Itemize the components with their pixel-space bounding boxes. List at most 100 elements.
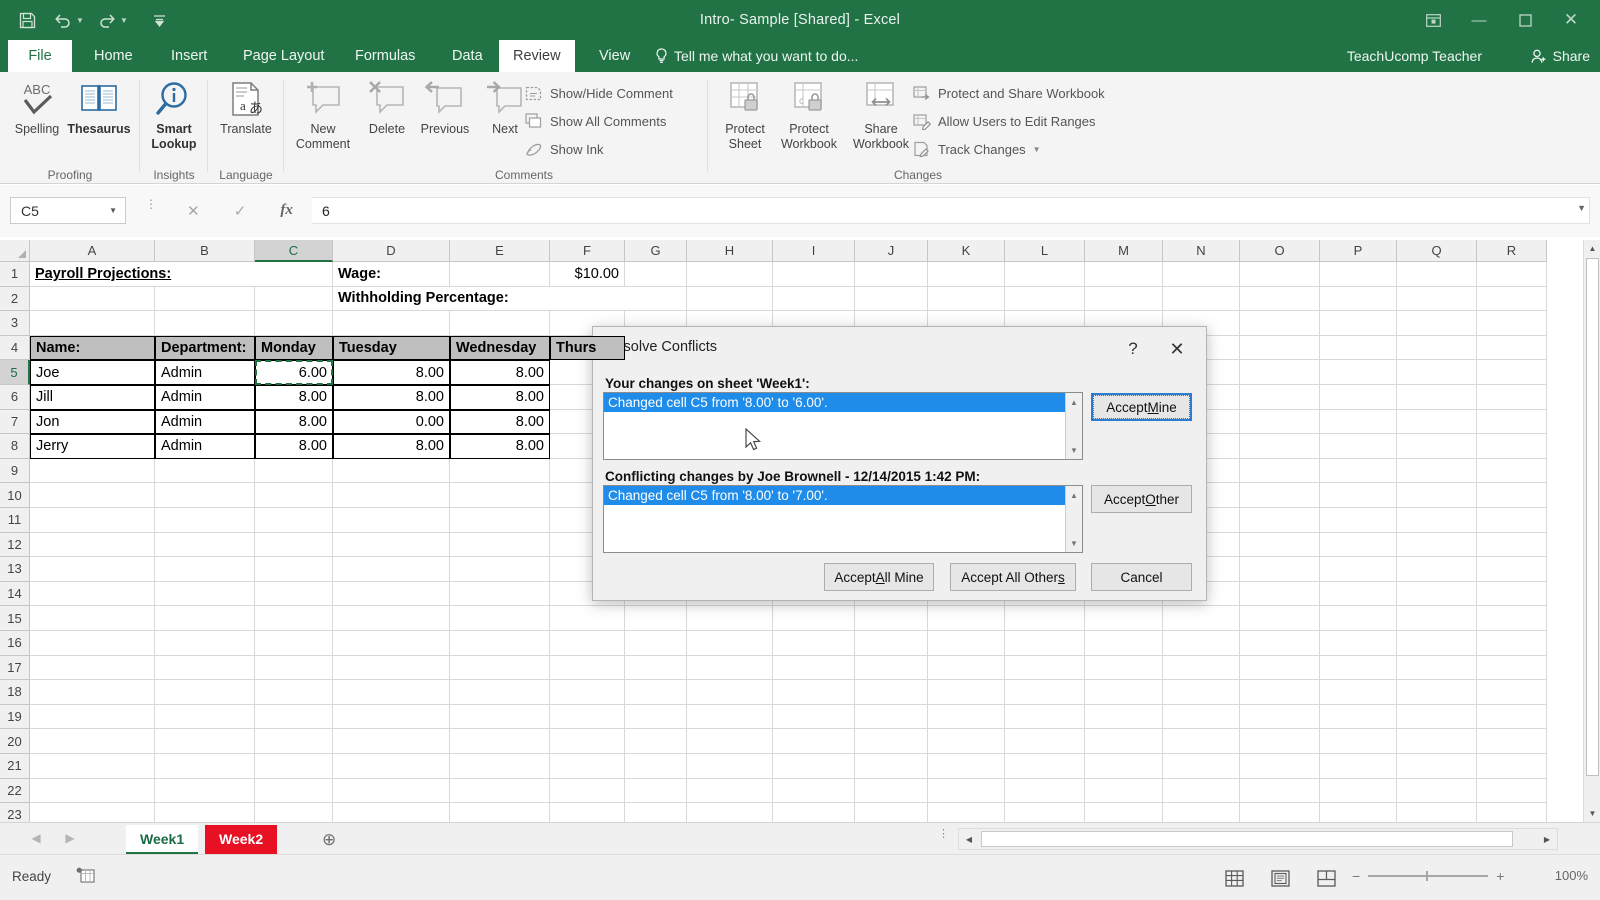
cell-Q8[interactable] <box>1397 434 1477 459</box>
close-icon[interactable]: ✕ <box>1548 3 1594 37</box>
cell-O11[interactable] <box>1240 508 1320 533</box>
sheet-next-icon[interactable]: ▶ <box>60 831 80 849</box>
cell-N20[interactable] <box>1163 729 1240 754</box>
row-header-20[interactable]: 20 <box>0 729 30 754</box>
scroll-right-icon[interactable]: ▶ <box>1537 829 1557 849</box>
share-workbook-button[interactable]: Share Workbook <box>844 76 918 152</box>
list-item[interactable]: Changed cell C5 from '8.00' to '6.00'. <box>604 393 1065 412</box>
horizontal-scrollbar[interactable]: ◀ ▶ <box>958 828 1558 850</box>
scroll-down-icon[interactable]: ▼ <box>1066 442 1082 458</box>
cell-R2[interactable] <box>1477 287 1547 312</box>
cell-N2[interactable] <box>1163 287 1240 312</box>
cell-D19[interactable] <box>333 705 450 730</box>
cell-R22[interactable] <box>1477 779 1547 804</box>
sheet-tab-splitter[interactable]: ⋮ <box>938 832 949 837</box>
cell-B19[interactable] <box>155 705 255 730</box>
column-header-M[interactable]: M <box>1085 240 1163 262</box>
cell-B3[interactable] <box>155 311 255 336</box>
column-header-L[interactable]: L <box>1005 240 1085 262</box>
column-header-G[interactable]: G <box>625 240 687 262</box>
cell-C17[interactable] <box>255 656 333 681</box>
cell-O2[interactable] <box>1240 287 1320 312</box>
accept-other-button[interactable]: Accept Other <box>1091 485 1192 513</box>
cell-P17[interactable] <box>1320 656 1397 681</box>
cell-O21[interactable] <box>1240 754 1320 779</box>
cell-P7[interactable] <box>1320 410 1397 435</box>
cell-C22[interactable] <box>255 779 333 804</box>
cell-F16[interactable] <box>550 631 625 656</box>
cell-Q21[interactable] <box>1397 754 1477 779</box>
zoom-slider[interactable]: − + <box>1352 868 1504 884</box>
cell-F17[interactable] <box>550 656 625 681</box>
tab-view[interactable]: View <box>585 40 644 72</box>
cell-B4[interactable]: Department: <box>155 336 255 361</box>
cell-Q7[interactable] <box>1397 410 1477 435</box>
cell-J15[interactable] <box>855 606 928 631</box>
cell-R10[interactable] <box>1477 483 1547 508</box>
cell-C19[interactable] <box>255 705 333 730</box>
cell-R5[interactable] <box>1477 360 1547 385</box>
column-header-H[interactable]: H <box>687 240 773 262</box>
cell-C2[interactable] <box>255 287 333 312</box>
cell-A10[interactable] <box>30 483 155 508</box>
cell-G21[interactable] <box>625 754 687 779</box>
insert-function-icon[interactable]: fx <box>280 202 293 219</box>
listbox-scrollbar[interactable]: ▲ ▼ <box>1065 393 1082 459</box>
track-changes-dropdown-icon[interactable]: ▼ <box>1033 145 1041 154</box>
cell-J1[interactable] <box>855 262 928 287</box>
scroll-left-icon[interactable]: ◀ <box>959 829 979 849</box>
cell-C12[interactable] <box>255 533 333 558</box>
cell-O3[interactable] <box>1240 311 1320 336</box>
cell-J16[interactable] <box>855 631 928 656</box>
add-sheet-icon[interactable]: ⊕ <box>322 830 336 850</box>
cell-B21[interactable] <box>155 754 255 779</box>
cell-C20[interactable] <box>255 729 333 754</box>
cell-J17[interactable] <box>855 656 928 681</box>
cell-O10[interactable] <box>1240 483 1320 508</box>
cell-I20[interactable] <box>773 729 855 754</box>
cell-H18[interactable] <box>687 680 773 705</box>
cell-B8[interactable]: Admin <box>155 434 255 459</box>
cell-E13[interactable] <box>450 557 550 582</box>
cell-C14[interactable] <box>255 582 333 607</box>
show-ink-button[interactable]: Show Ink <box>524 136 603 162</box>
cell-H16[interactable] <box>687 631 773 656</box>
cell-M16[interactable] <box>1085 631 1163 656</box>
cell-N19[interactable] <box>1163 705 1240 730</box>
cell-D6[interactable]: 8.00 <box>333 385 450 410</box>
cell-O12[interactable] <box>1240 533 1320 558</box>
cell-B14[interactable] <box>155 582 255 607</box>
cell-C11[interactable] <box>255 508 333 533</box>
cell-A5[interactable]: Joe <box>30 360 155 385</box>
cancel-formula-icon[interactable]: ✕ <box>187 202 200 220</box>
accept-mine-button[interactable]: Accept Mine <box>1091 393 1192 421</box>
tab-home[interactable]: Home <box>80 40 147 72</box>
cell-D18[interactable] <box>333 680 450 705</box>
tab-review[interactable]: Review <box>499 40 575 72</box>
cell-F1[interactable]: $10.00 <box>550 262 625 287</box>
select-all-corner[interactable] <box>0 240 30 262</box>
cell-D8[interactable]: 8.00 <box>333 434 450 459</box>
accept-all-mine-button[interactable]: Accept All Mine <box>824 563 934 591</box>
row-header-22[interactable]: 22 <box>0 779 30 804</box>
cell-A12[interactable] <box>30 533 155 558</box>
cell-C4[interactable]: Monday <box>255 336 333 361</box>
cell-E22[interactable] <box>450 779 550 804</box>
cell-M17[interactable] <box>1085 656 1163 681</box>
cell-F20[interactable] <box>550 729 625 754</box>
help-icon[interactable]: ? <box>1118 335 1148 363</box>
cell-O1[interactable] <box>1240 262 1320 287</box>
vertical-scrollbar[interactable]: ▲ ▼ <box>1583 240 1600 822</box>
cell-R8[interactable] <box>1477 434 1547 459</box>
row-header-18[interactable]: 18 <box>0 680 30 705</box>
cell-N22[interactable] <box>1163 779 1240 804</box>
cell-R17[interactable] <box>1477 656 1547 681</box>
cell-P13[interactable] <box>1320 557 1397 582</box>
cell-P20[interactable] <box>1320 729 1397 754</box>
cell-D22[interactable] <box>333 779 450 804</box>
cell-O5[interactable] <box>1240 360 1320 385</box>
column-header-D[interactable]: D <box>333 240 450 262</box>
cell-P21[interactable] <box>1320 754 1397 779</box>
cell-O4[interactable] <box>1240 336 1320 361</box>
cell-I16[interactable] <box>773 631 855 656</box>
